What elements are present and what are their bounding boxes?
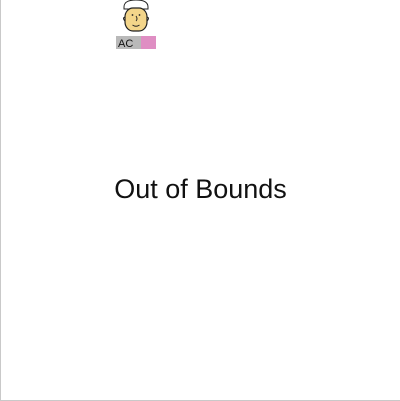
- chef-character-icon: AC: [114, 0, 158, 50]
- chef-character-sprite: AC: [116, 0, 156, 50]
- out-of-bounds-message: Out of Bounds: [114, 174, 287, 204]
- character-label: AC: [118, 38, 133, 50]
- game-stage: AC Out of Bounds: [0, 0, 400, 401]
